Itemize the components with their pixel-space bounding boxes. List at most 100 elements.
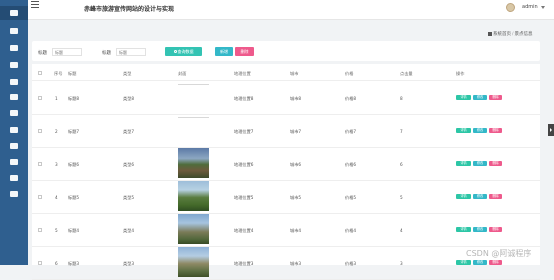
- row-checkbox[interactable]: [38, 128, 42, 133]
- row-location: 地理位置7: [234, 128, 254, 134]
- delete-button[interactable]: 删除: [489, 94, 502, 100]
- row-checkbox[interactable]: [38, 227, 42, 232]
- row-clicks: 7: [400, 128, 403, 134]
- col-header-type[interactable]: 类型: [123, 71, 131, 77]
- type-filter-label: 标题: [102, 51, 111, 56]
- sidebar-item-9[interactable]: [0, 155, 28, 169]
- hamburger-icon[interactable]: [31, 1, 39, 8]
- row-city: 城市4: [290, 227, 302, 233]
- search-button[interactable]: 查询数据: [165, 47, 202, 56]
- col-header-title[interactable]: 标题: [68, 71, 76, 77]
- row-price: 价格4: [345, 227, 357, 233]
- detail-button[interactable]: 详情: [456, 193, 471, 199]
- row-checkbox[interactable]: [38, 161, 42, 166]
- sidebar-item-6[interactable]: [0, 106, 28, 120]
- chevron-down-icon[interactable]: [541, 6, 545, 9]
- side-collapse-tab[interactable]: [548, 124, 554, 136]
- row-title: 标题7: [68, 128, 80, 134]
- row-title: 标题6: [68, 161, 80, 167]
- sidebar-item-1[interactable]: [0, 24, 28, 38]
- delete-button[interactable]: 删除: [489, 226, 502, 232]
- menu-icon: [10, 94, 18, 100]
- menu-icon: [10, 127, 18, 133]
- filter-panel: 标题 标题 查询数据 新增 删除: [32, 41, 540, 61]
- delete-button[interactable]: 删除: [489, 259, 502, 265]
- row-price: 价格5: [345, 194, 357, 200]
- row-checkbox[interactable]: [38, 194, 42, 199]
- row-location: 地理位置6: [234, 161, 254, 167]
- add-button[interactable]: 新增: [215, 47, 233, 56]
- sidebar-item-8[interactable]: [0, 139, 28, 153]
- row-city: 城市8: [290, 95, 302, 101]
- col-header-location[interactable]: 地理位置: [234, 71, 251, 77]
- row-cover-image: [178, 247, 209, 277]
- row-location: 地理位置3: [234, 260, 254, 266]
- row-title: 标题3: [68, 260, 80, 266]
- name-filter-label: 标题: [38, 51, 47, 56]
- data-table: 序号 标题 类型 封面 地理位置 城市 价格 点击量 操作 1 标题8 类型8 地理位…: [32, 64, 540, 280]
- col-header-cover[interactable]: 封面: [178, 71, 186, 77]
- edit-button[interactable]: 修改: [473, 127, 487, 133]
- row-divider: [32, 147, 540, 148]
- row-city: 城市5: [290, 194, 302, 200]
- edit-button[interactable]: 修改: [473, 94, 487, 100]
- site-title: 赤峰市旅游宣传网站的设计与实现: [84, 6, 175, 13]
- detail-button[interactable]: 详情: [456, 94, 471, 100]
- bulk-delete-button[interactable]: 删除: [235, 47, 254, 56]
- top-bar: 赤峰市旅游宣传网站的设计与实现 admin: [28, 0, 554, 20]
- row-title: 标题4: [68, 227, 80, 233]
- sidebar-nav: [0, 0, 28, 265]
- menu-icon: [10, 28, 18, 34]
- menu-icon: [10, 191, 18, 197]
- sidebar-item-2[interactable]: [0, 41, 28, 55]
- edit-button[interactable]: 修改: [473, 226, 487, 232]
- sidebar-item-10[interactable]: [0, 171, 28, 185]
- select-all-checkbox[interactable]: [38, 71, 42, 75]
- row-price: 价格8: [345, 95, 357, 101]
- sidebar-item-home[interactable]: [0, 6, 28, 20]
- detail-button[interactable]: 详情: [456, 226, 471, 232]
- breadcrumb-home[interactable]: 系统首页: [493, 32, 511, 37]
- edit-button[interactable]: 修改: [473, 160, 487, 166]
- col-header-price[interactable]: 价格: [345, 71, 353, 77]
- user-name[interactable]: admin: [522, 4, 538, 10]
- row-price: 价格3: [345, 260, 357, 266]
- user-icon: [10, 159, 18, 165]
- detail-button[interactable]: 详情: [456, 160, 471, 166]
- delete-button[interactable]: 删除: [489, 127, 502, 133]
- type-filter-input[interactable]: [116, 48, 146, 56]
- delete-button[interactable]: 删除: [489, 160, 502, 166]
- row-cover-image: [178, 214, 209, 244]
- row-divider: [32, 114, 540, 115]
- avatar[interactable]: [506, 3, 515, 12]
- home-icon: [10, 10, 18, 16]
- row-clicks: 5: [400, 194, 403, 200]
- row-index: 1: [55, 95, 58, 101]
- name-filter-input[interactable]: [52, 48, 82, 56]
- delete-button[interactable]: 删除: [489, 193, 502, 199]
- sidebar-item-11[interactable]: [0, 187, 28, 201]
- edit-button[interactable]: 修改: [473, 193, 487, 199]
- sidebar-item-3[interactable]: [0, 58, 28, 72]
- menu-icon: [10, 45, 18, 51]
- row-city: 城市3: [290, 260, 302, 266]
- row-price: 价格6: [345, 161, 357, 167]
- row-checkbox[interactable]: [38, 260, 42, 265]
- row-clicks: 4: [400, 227, 403, 233]
- col-header-clicks[interactable]: 点击量: [400, 71, 413, 77]
- sidebar-item-5[interactable]: [0, 90, 28, 104]
- sidebar-item-4[interactable]: [0, 75, 28, 89]
- sidebar-item-7[interactable]: [0, 123, 28, 137]
- home-icon: [488, 32, 492, 36]
- detail-button[interactable]: 详情: [456, 259, 471, 265]
- row-type: 类型4: [123, 227, 135, 233]
- edit-button[interactable]: 修改: [473, 259, 487, 265]
- row-divider: [32, 213, 540, 214]
- menu-icon: [10, 175, 18, 181]
- col-header-city[interactable]: 城市: [290, 71, 298, 77]
- detail-button[interactable]: 详情: [456, 127, 471, 133]
- row-type: 类型3: [123, 260, 135, 266]
- row-checkbox[interactable]: [38, 95, 42, 100]
- row-location: 地理位置5: [234, 194, 254, 200]
- row-index: 4: [55, 194, 58, 200]
